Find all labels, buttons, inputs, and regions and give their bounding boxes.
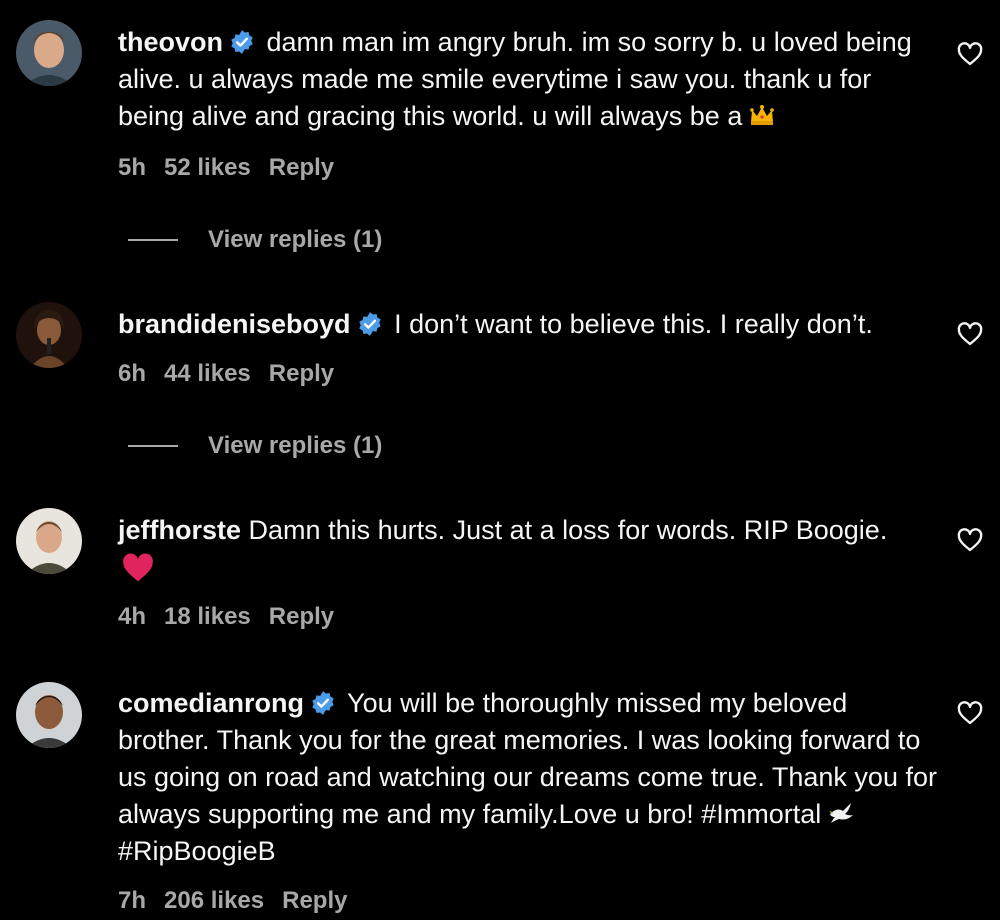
verified-badge-icon	[229, 29, 255, 55]
comment-text: jeffhorste Damn this hurts. Just at a lo…	[118, 512, 938, 549]
reply-button[interactable]: Reply	[269, 360, 334, 387]
view-replies-button[interactable]: View replies (1)	[128, 226, 382, 254]
username[interactable]: theovon	[118, 27, 223, 57]
dove-emoji-icon	[827, 799, 855, 827]
verified-badge-icon	[310, 690, 336, 716]
red-heart-emoji-icon	[122, 553, 154, 583]
avatar-image	[16, 508, 82, 574]
heart-outline-icon[interactable]	[956, 40, 984, 68]
comment-text: theovon damn man im angry bruh. im so so…	[118, 24, 938, 135]
heart-outline-icon[interactable]	[956, 320, 984, 348]
hashtag[interactable]: #RipBoogieB	[118, 836, 276, 866]
comment-meta: 5h 52 likes Reply	[118, 154, 352, 182]
reply-button[interactable]: Reply	[269, 603, 334, 630]
heart-outline-icon[interactable]	[956, 526, 984, 554]
reply-button[interactable]: Reply	[269, 154, 334, 181]
comment-meta: 4h 18 likes Reply	[118, 603, 352, 631]
comment-body: Damn this hurts. Just at a loss for word…	[248, 515, 888, 545]
comment-meta: 6h 44 likes Reply	[118, 360, 352, 388]
comment-likes[interactable]: 52 likes	[164, 154, 251, 181]
username[interactable]: comedianrong	[118, 688, 304, 718]
avatar-image	[16, 682, 82, 748]
view-replies-button[interactable]: View replies (1)	[128, 432, 382, 460]
view-replies-label: View replies (1)	[208, 226, 383, 253]
comment-likes[interactable]: 18 likes	[164, 603, 251, 630]
avatar-image	[16, 302, 82, 368]
crown-emoji-icon	[748, 101, 776, 129]
avatar[interactable]	[16, 302, 82, 368]
comment-likes[interactable]: 206 likes	[164, 887, 264, 914]
comment-text: comedianrong You will be thoroughly miss…	[118, 685, 938, 870]
comment-likes[interactable]: 44 likes	[164, 360, 251, 387]
username[interactable]: brandideniseboyd	[118, 309, 351, 339]
comment-time: 5h	[118, 154, 147, 181]
verified-badge-icon	[357, 311, 383, 337]
avatar[interactable]	[16, 20, 82, 86]
view-replies-label: View replies (1)	[208, 432, 383, 459]
avatar[interactable]	[16, 682, 82, 748]
comment-text: brandideniseboyd I don’t want to believe…	[118, 306, 938, 343]
avatar-image	[16, 20, 82, 86]
comment-body: I don’t want to believe this. I really d…	[394, 309, 873, 339]
comment-time: 6h	[118, 360, 147, 387]
comment-time: 7h	[118, 887, 147, 914]
reply-button[interactable]: Reply	[282, 887, 347, 914]
avatar[interactable]	[16, 508, 82, 574]
comment-time: 4h	[118, 603, 147, 630]
heart-outline-icon[interactable]	[956, 699, 984, 727]
divider-line	[128, 445, 178, 447]
username[interactable]: jeffhorste	[118, 515, 241, 545]
comment-meta: 7h 206 likes Reply	[118, 887, 365, 915]
divider-line	[128, 239, 178, 241]
